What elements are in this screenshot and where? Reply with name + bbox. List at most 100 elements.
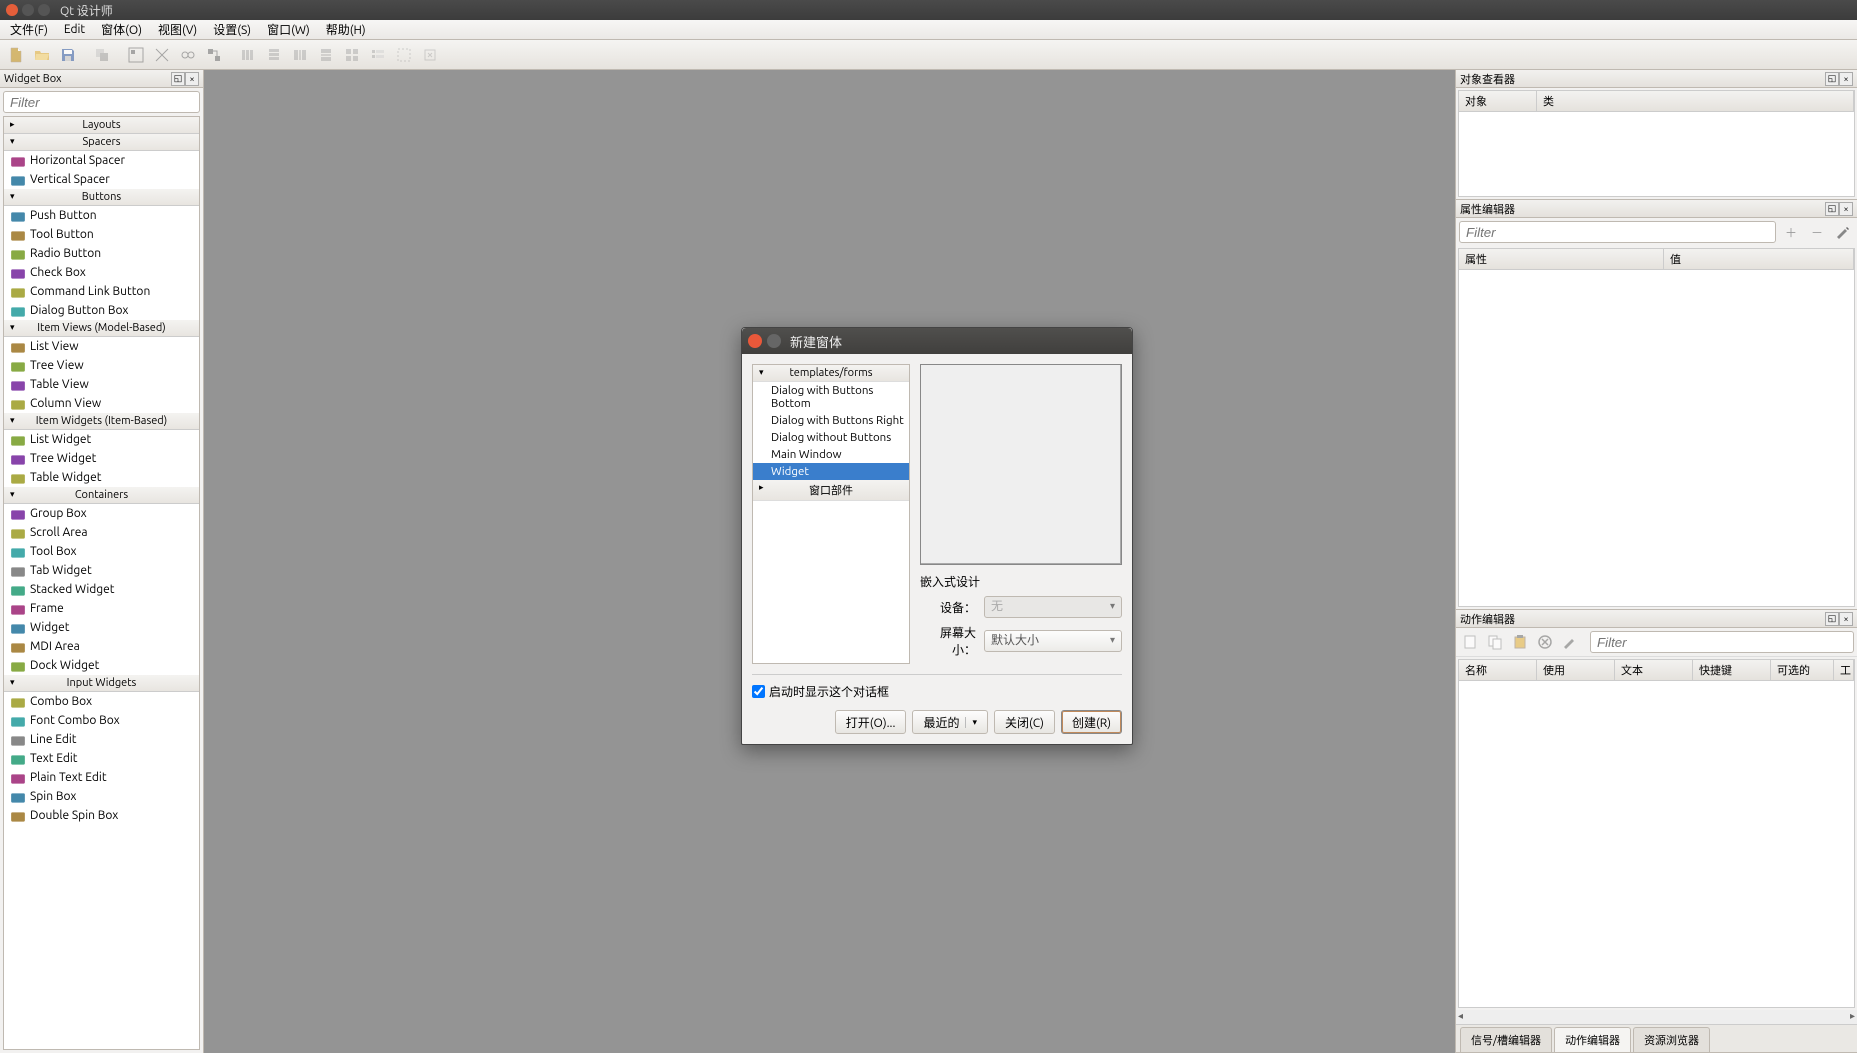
property-config-icon[interactable] xyxy=(1832,221,1854,243)
wb-item[interactable]: Horizontal Spacer xyxy=(4,151,199,170)
tree-category-templates[interactable]: templates/forms xyxy=(753,365,909,382)
wb-item[interactable]: Dialog Button Box xyxy=(4,301,199,320)
col-text[interactable]: 文本 xyxy=(1615,660,1693,680)
new-icon[interactable] xyxy=(4,43,28,67)
delete-action-icon[interactable] xyxy=(1534,631,1556,653)
wb-item[interactable]: Tool Box xyxy=(4,542,199,561)
wb-category[interactable]: Layouts xyxy=(4,117,199,134)
wb-item[interactable]: Column View xyxy=(4,394,199,413)
new-action-icon[interactable] xyxy=(1459,631,1481,653)
menu-view[interactable]: 视图(V) xyxy=(150,19,205,40)
dock-float-icon[interactable]: ◱ xyxy=(1825,202,1839,216)
col-t[interactable]: 工 xyxy=(1834,660,1854,680)
wb-category[interactable]: Item Views (Model-Based) xyxy=(4,320,199,337)
open-button[interactable]: 打开(O)... xyxy=(835,710,907,734)
wb-item[interactable]: Vertical Spacer xyxy=(4,170,199,189)
wb-item[interactable]: Tool Button xyxy=(4,225,199,244)
wb-item[interactable]: Text Edit xyxy=(4,749,199,768)
wb-item[interactable]: MDI Area xyxy=(4,637,199,656)
layout-hsplit-icon[interactable] xyxy=(288,43,312,67)
create-button[interactable]: 创建(R) xyxy=(1061,710,1122,734)
screen-size-combo[interactable]: 默认大小 xyxy=(984,630,1122,652)
wb-item[interactable]: Line Edit xyxy=(4,730,199,749)
col-class[interactable]: 类 xyxy=(1537,91,1854,111)
menu-help[interactable]: 帮助(H) xyxy=(318,19,374,40)
col-object[interactable]: 对象 xyxy=(1459,91,1537,111)
layout-vsplit-icon[interactable] xyxy=(314,43,338,67)
window-close-icon[interactable] xyxy=(6,4,18,16)
template-item[interactable]: Widget xyxy=(753,463,909,480)
recent-button[interactable]: 最近的 xyxy=(912,710,988,734)
action-filter-input[interactable] xyxy=(1590,631,1854,653)
col-optional[interactable]: 可选的 xyxy=(1771,660,1834,680)
wb-category[interactable]: Buttons xyxy=(4,189,199,206)
close-button[interactable]: 关闭(C) xyxy=(994,710,1055,734)
wb-category[interactable]: Containers xyxy=(4,487,199,504)
window-maximize-icon[interactable] xyxy=(38,4,50,16)
wb-item[interactable]: Tab Widget xyxy=(4,561,199,580)
edit-signals-icon[interactable] xyxy=(150,43,174,67)
show-on-startup-checkbox[interactable]: 启动时显示这个对话框 xyxy=(752,683,1122,700)
wb-item[interactable]: Tree Widget xyxy=(4,449,199,468)
tree-category-widgets[interactable]: 窗口部件 xyxy=(753,480,909,501)
widget-box-list[interactable]: LayoutsSpacersHorizontal SpacerVertical … xyxy=(3,116,200,1050)
show-on-startup-input[interactable] xyxy=(752,685,765,698)
wb-item[interactable]: Table Widget xyxy=(4,468,199,487)
dock-float-icon[interactable]: ◱ xyxy=(1825,612,1839,626)
dock-float-icon[interactable]: ◱ xyxy=(171,72,185,86)
wb-item[interactable]: Double Spin Box xyxy=(4,806,199,825)
wb-item[interactable]: Frame xyxy=(4,599,199,618)
copy-action-icon[interactable] xyxy=(1484,631,1506,653)
wb-category[interactable]: Input Widgets xyxy=(4,675,199,692)
action-table[interactable]: 名称 使用 文本 快捷键 可选的 工 xyxy=(1458,659,1855,1008)
wb-item[interactable]: Widget xyxy=(4,618,199,637)
configure-action-icon[interactable] xyxy=(1559,631,1581,653)
wb-item[interactable]: Push Button xyxy=(4,206,199,225)
col-shortcut[interactable]: 快捷键 xyxy=(1693,660,1771,680)
edit-taborder-icon[interactable] xyxy=(202,43,226,67)
dialog-titlebar[interactable]: 新建窗体 xyxy=(742,328,1132,354)
menu-file[interactable]: 文件(F) xyxy=(2,19,56,40)
dock-close-icon[interactable]: × xyxy=(185,72,199,86)
wb-item[interactable]: Font Combo Box xyxy=(4,711,199,730)
paste-action-icon[interactable] xyxy=(1509,631,1531,653)
dialog-min-icon[interactable] xyxy=(767,334,781,348)
tab-action-editor[interactable]: 动作编辑器 xyxy=(1554,1027,1631,1052)
window-minimize-icon[interactable] xyxy=(22,4,34,16)
add-property-icon[interactable]: ＋ xyxy=(1780,221,1802,243)
break-layout-icon[interactable] xyxy=(392,43,416,67)
wb-item[interactable]: List View xyxy=(4,337,199,356)
col-property[interactable]: 属性 xyxy=(1459,249,1664,269)
wb-item[interactable]: Table View xyxy=(4,375,199,394)
dock-close-icon[interactable]: × xyxy=(1839,72,1853,86)
wb-item[interactable]: List Widget xyxy=(4,430,199,449)
layout-grid-icon[interactable] xyxy=(340,43,364,67)
template-item[interactable]: Main Window xyxy=(753,446,909,463)
property-filter-input[interactable] xyxy=(1459,221,1776,243)
tab-signal-slot[interactable]: 信号/槽编辑器 xyxy=(1460,1027,1552,1052)
wb-item[interactable]: Check Box xyxy=(4,263,199,282)
layout-h-icon[interactable] xyxy=(236,43,260,67)
property-table[interactable]: 属性 值 xyxy=(1458,248,1855,607)
dock-close-icon[interactable]: × xyxy=(1839,612,1853,626)
wb-item[interactable]: Scroll Area xyxy=(4,523,199,542)
adjust-size-icon[interactable] xyxy=(418,43,442,67)
template-item[interactable]: Dialog with Buttons Bottom xyxy=(753,382,909,412)
wb-item[interactable]: Dock Widget xyxy=(4,656,199,675)
wb-category[interactable]: Item Widgets (Item-Based) xyxy=(4,413,199,430)
template-item[interactable]: Dialog without Buttons xyxy=(753,429,909,446)
layout-form-icon[interactable] xyxy=(366,43,390,67)
template-tree[interactable]: templates/forms Dialog with Buttons Bott… xyxy=(752,364,910,664)
dock-float-icon[interactable]: ◱ xyxy=(1825,72,1839,86)
scroll-left-icon[interactable]: ◂ xyxy=(1458,1010,1463,1024)
template-item[interactable]: Dialog with Buttons Right xyxy=(753,412,909,429)
layout-v-icon[interactable] xyxy=(262,43,286,67)
tab-resource-browser[interactable]: 资源浏览器 xyxy=(1633,1027,1710,1052)
dock-close-icon[interactable]: × xyxy=(1839,202,1853,216)
col-name[interactable]: 名称 xyxy=(1459,660,1537,680)
wb-item[interactable]: Plain Text Edit xyxy=(4,768,199,787)
wb-item[interactable]: Stacked Widget xyxy=(4,580,199,599)
remove-property-icon[interactable]: － xyxy=(1806,221,1828,243)
wb-item[interactable]: Command Link Button xyxy=(4,282,199,301)
send-back-icon[interactable] xyxy=(90,43,114,67)
